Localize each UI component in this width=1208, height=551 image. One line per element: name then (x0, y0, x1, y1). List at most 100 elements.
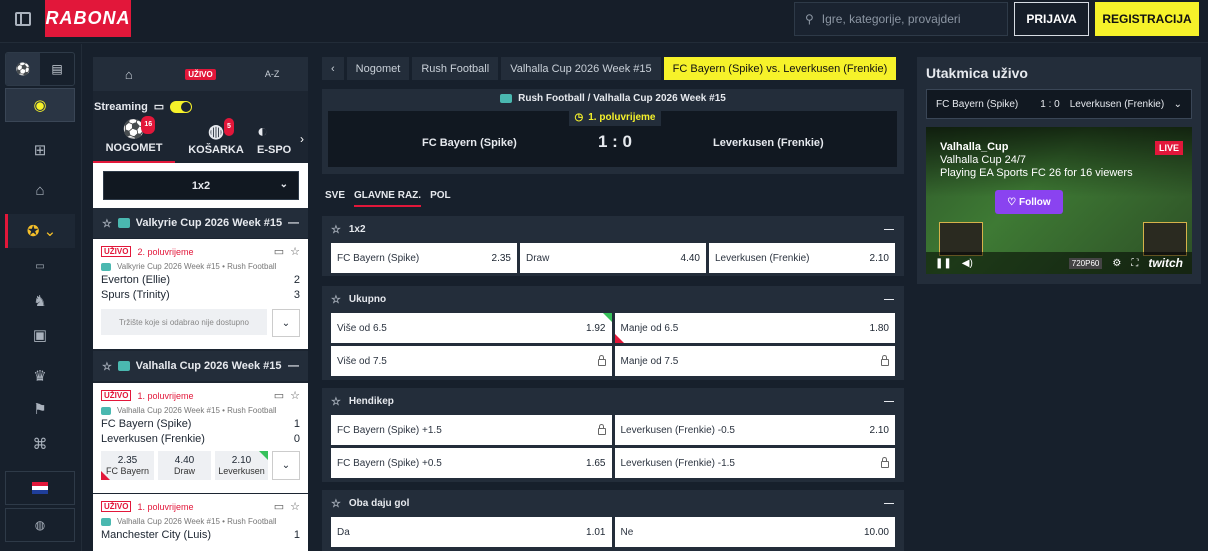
language-selector[interactable] (5, 471, 75, 505)
odd-button[interactable]: FC Bayern (Spike) 2.35 (331, 243, 517, 273)
odd-button[interactable]: Draw 4.40 (520, 243, 706, 273)
market-title: 1x2 (348, 224, 366, 235)
virtual-icon[interactable]: ▣ (5, 318, 75, 352)
breadcrumb-item[interactable]: Valhalla Cup 2026 Week #15 (501, 57, 661, 80)
collapse-icon[interactable]: — (884, 498, 894, 509)
collapse-icon[interactable]: — (884, 294, 894, 305)
competition-header[interactable]: ☆ Valhalla Cup 2026 Week #15 • Rush Foot… (93, 351, 308, 381)
fullscreen-icon[interactable]: ⛶ (1131, 258, 1138, 269)
trophy-icon[interactable]: ♛ (5, 359, 75, 393)
home-icon[interactable]: ⌂ (5, 173, 75, 207)
team-score: 3 (293, 289, 300, 301)
odd-button[interactable]: Leverkusen (Frenkie) -0.5 2.10 (614, 415, 895, 445)
live-match-select[interactable]: FC Bayern (Spike) 1 : 0 Leverkusen (Fren… (926, 89, 1192, 119)
breadcrumb-item[interactable]: Nogomet (346, 57, 410, 80)
stream-icon[interactable]: ▭ (274, 245, 284, 258)
team-name: FC Bayern (Spike) (101, 418, 192, 430)
stream-icon[interactable]: ▭ (274, 389, 284, 402)
odd-button[interactable]: FC Bayern (Spike) +0.5 1.65 (331, 448, 612, 478)
odd-button[interactable]: Manje od 6.5 1.80 (614, 313, 895, 343)
star-icon[interactable]: ☆ (290, 500, 300, 513)
odd-button-draw[interactable]: 4.40 Draw (158, 451, 211, 480)
event-card[interactable]: UŽIVO 2. poluvrijeme ▭ ☆ Valkyrie Cup 2026 … (93, 239, 308, 349)
odds-up-indicator (602, 313, 612, 322)
live-ball-icon[interactable]: ◉ (5, 88, 75, 122)
star-icon[interactable]: ☆ (102, 217, 112, 230)
star-icon[interactable]: ☆ (331, 395, 341, 408)
follow-button[interactable]: ♡ Follow (995, 190, 1063, 214)
collapse-icon[interactable]: — (288, 217, 299, 229)
collapse-icon[interactable]: — (288, 360, 299, 372)
odd-value: 2.10 (869, 424, 889, 436)
odd-button[interactable]: Da 1.01 (331, 517, 612, 547)
collapse-icon[interactable]: — (884, 396, 894, 407)
search-box[interactable]: ⚲ (794, 2, 1008, 36)
twitch-logo[interactable]: twitch (1148, 256, 1183, 270)
back-button[interactable]: ‹ (322, 57, 344, 80)
odd-value: 1.80 (869, 322, 889, 334)
odd-button[interactable]: Ne 10.00 (614, 517, 895, 547)
star-icon[interactable]: ☆ (331, 293, 341, 306)
event-subtitle: Valhalla Cup 2026 Week #15 • Rush Footba… (117, 406, 277, 415)
chevron-down-icon[interactable]: ⌄ (272, 309, 300, 337)
star-icon[interactable]: ☆ (290, 245, 300, 258)
tab-live[interactable]: UŽIVO (165, 57, 237, 91)
tab-az[interactable]: A-Z (236, 57, 308, 91)
competition-header[interactable]: ☆ Valkyrie Cup 2026 Week #15 • Rush Foot… (93, 208, 308, 238)
pause-icon[interactable]: ❚❚ (935, 258, 952, 269)
tab-main[interactable]: GLAVNE RAZ. (354, 190, 422, 207)
star-icon[interactable]: ☆ (102, 360, 112, 373)
betslip-icon[interactable]: ▤ (40, 53, 74, 85)
tab-basketball[interactable]: ◍ 5 KOŠARKA (175, 118, 257, 163)
stream-info: Valhalla_Cup Valhalla Cup 24/7 Playing E… (940, 141, 1133, 180)
star-icon[interactable]: ☆ (331, 497, 341, 510)
collapse-icon[interactable]: — (884, 224, 894, 235)
search-input[interactable] (821, 12, 992, 26)
period-indicator: ◷ 1. poluvrijeme (569, 109, 661, 126)
gift-icon[interactable]: ⊞ (5, 133, 75, 167)
odd-button[interactable]: Leverkusen (Frenkie) 2.10 (709, 243, 895, 273)
esports-icon[interactable]: ⌘ (5, 427, 75, 461)
settings-icon[interactable]: ⚙ (1112, 258, 1121, 269)
live-tv-icon[interactable]: ▭ (5, 249, 75, 283)
star-icon[interactable]: ☆ (331, 223, 341, 236)
stream-icon[interactable]: ▭ (274, 500, 284, 513)
support-icon[interactable]: ◍ (5, 508, 75, 542)
tab-home[interactable]: ⌂ (93, 57, 165, 91)
odd-button-away[interactable]: 2.10 Leverkusen (215, 451, 268, 480)
odds-up-indicator (259, 451, 268, 460)
streaming-toggle[interactable] (170, 100, 193, 113)
soccer-ball-icon[interactable]: ⚽ (6, 53, 40, 85)
event-card[interactable]: UŽIVO 1. poluvrijeme ▭ ☆ Valhalla Cup 2026 … (93, 494, 308, 551)
racing-flag-icon[interactable]: ⚑ (5, 392, 75, 426)
tab-az-label: A-Z (264, 69, 280, 79)
chevron-down-icon[interactable]: ⌄ (272, 451, 300, 480)
tab-all[interactable]: SVE (325, 190, 345, 207)
odds-down-indicator (101, 471, 110, 480)
odd-button-home[interactable]: 2.35 FC Bayern (101, 451, 154, 480)
sidebar-toggle-icon[interactable] (15, 12, 31, 26)
volume-icon[interactable]: ◀) (962, 258, 973, 269)
register-button[interactable]: REGISTRACIJA (1095, 2, 1199, 36)
breadcrumb-item-current[interactable]: FC Bayern (Spike) vs. Leverkusen (Frenki… (663, 57, 897, 80)
login-button[interactable]: PRIJAVA (1014, 2, 1089, 36)
stream-player[interactable]: Valhalla_Cup Valhalla Cup 24/7 Playing E… (926, 127, 1192, 274)
market-both-score: ☆ Oba daju gol — Da 1.01 Ne 10.00 (322, 490, 904, 551)
quality-badge[interactable]: 720P60 (1068, 257, 1103, 269)
market-select[interactable]: 1x2 ⌄ (103, 171, 299, 200)
odd-button[interactable]: Više od 6.5 1.92 (331, 313, 612, 343)
tab-esports[interactable]: ◐ E-SPO (257, 119, 297, 163)
logo[interactable]: RABONA (45, 0, 131, 37)
breadcrumb-item[interactable]: Rush Football (412, 57, 499, 80)
event-card[interactable]: UŽIVO 1. poluvrijeme ▭ ☆ Valhalla Cup 2026 … (93, 383, 308, 493)
star-icon[interactable]: ☆ (290, 389, 300, 402)
horse-icon[interactable]: ♞ (5, 284, 75, 318)
esports-tag-icon (101, 517, 111, 526)
tab-soccer[interactable]: ⚽ 16 NOGOMET (93, 116, 175, 163)
market-select-value: 1x2 (191, 179, 211, 192)
market-total: ☆ Ukupno — Više od 6.5 1.92 Manje od 6.5 1.8… (322, 286, 904, 380)
tab-half[interactable]: POL (430, 190, 451, 207)
chevron-right-icon[interactable]: › (300, 132, 304, 146)
sports-icon[interactable]: ✪ ⌄ (5, 214, 75, 248)
odd-value: 2.10 (869, 252, 889, 264)
